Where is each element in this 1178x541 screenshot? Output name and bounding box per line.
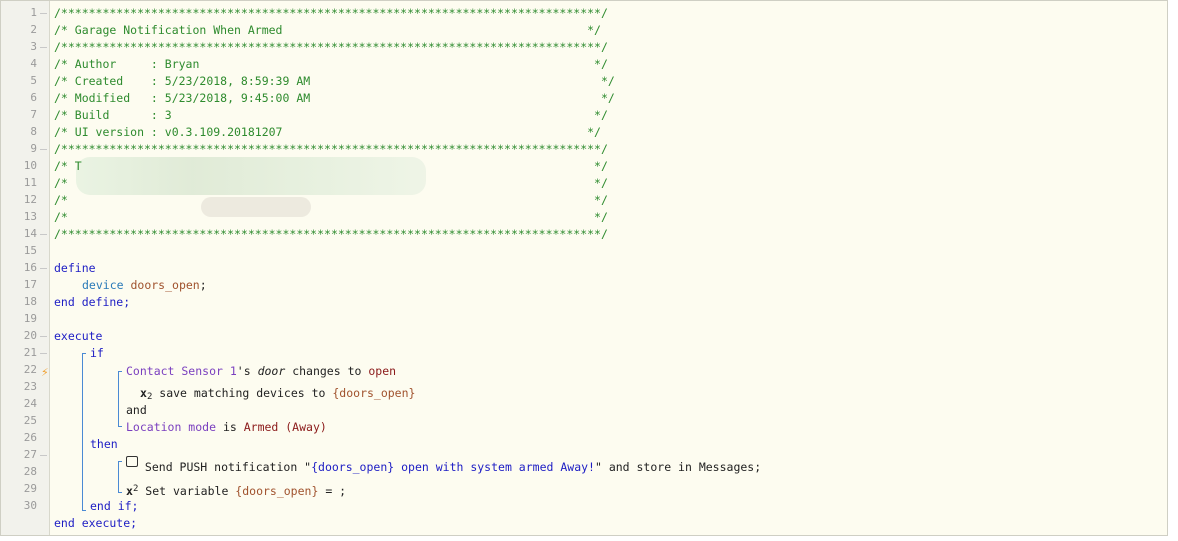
- comment-author: /* Author : Bryan */: [54, 57, 608, 71]
- line-number: 22: [23, 363, 37, 376]
- fold-marker[interactable]: [40, 149, 47, 157]
- line-number: 15: [23, 244, 37, 257]
- line-number: 19: [23, 312, 37, 325]
- line-number: 5: [30, 74, 37, 87]
- line-number: 4: [30, 57, 37, 70]
- line-number: 6: [30, 91, 37, 104]
- trigger-bolt-icon: ⚡: [41, 366, 49, 379]
- comment-redacted: /* */: [54, 193, 608, 207]
- line-number: 27: [23, 448, 37, 461]
- comment-line: /***************************************…: [54, 142, 608, 156]
- line-number: 29: [23, 482, 37, 495]
- line-number: 30: [23, 499, 37, 512]
- comment-redacted: /* */: [54, 176, 608, 190]
- condition-contact-sensor[interactable]: Contact Sensor 1's door changes to open: [126, 363, 396, 380]
- bracket-cap: [118, 371, 122, 372]
- line-number: 23: [23, 380, 37, 393]
- code-editor[interactable]: 1 2 3 4 5 6 7 8 9 10 11 12 13 14 15 16 17 18 19 20 21 22 23 24 2…: [0, 0, 1168, 536]
- comment-line: /***************************************…: [54, 6, 608, 20]
- if-block-bracket: [82, 353, 83, 511]
- variable-icon: x: [140, 386, 147, 400]
- condition-group-bracket: [118, 371, 119, 427]
- line-number: 24: [23, 397, 37, 410]
- condition-location-mode[interactable]: Location mode is Armed (Away): [126, 419, 327, 436]
- comment-modified: /* Modified : 5/23/2018, 9:45:00 AM */: [54, 91, 615, 105]
- line-number: 26: [23, 431, 37, 444]
- send-push-task[interactable]: Send PUSH notification "{doors_open} ope…: [126, 456, 761, 476]
- end-execute: end execute;: [54, 516, 138, 530]
- comment-redacted: /* T */: [54, 159, 608, 173]
- fold-marker[interactable]: [40, 234, 47, 242]
- fold-marker[interactable]: [40, 13, 47, 21]
- line-number: 7: [30, 108, 37, 121]
- line-number: 13: [23, 210, 37, 223]
- condition-value: Armed (Away): [243, 420, 327, 434]
- line-number: 25: [23, 414, 37, 427]
- bracket-cap: [118, 492, 122, 493]
- line-number: 16: [23, 261, 37, 274]
- save-matching-devices-task[interactable]: x2 save matching devices to {doors_open}: [140, 385, 415, 402]
- comment-build: /* Build : 3 */: [54, 108, 608, 122]
- fold-marker[interactable]: [40, 336, 47, 344]
- bracket-cap: [118, 461, 122, 462]
- if-keyword[interactable]: if: [90, 345, 104, 362]
- condition-value: open: [368, 364, 397, 378]
- line-number: 17: [23, 278, 37, 291]
- device-variable: doors_open: [130, 278, 200, 292]
- line-number: 12: [23, 193, 37, 206]
- bracket-cap: [82, 353, 86, 354]
- line-number: 28: [23, 465, 37, 478]
- line-number: 10: [23, 159, 37, 172]
- device-keyword: device: [82, 278, 124, 292]
- device-name: Location mode: [126, 420, 217, 434]
- comment-redacted: /* */: [54, 210, 608, 224]
- comment-line: /***************************************…: [54, 40, 608, 54]
- device-name: Contact Sensor 1: [126, 364, 237, 378]
- end-define: end define;: [54, 295, 131, 309]
- comment-line: /***************************************…: [54, 227, 608, 241]
- fold-marker[interactable]: [40, 455, 47, 463]
- line-number: 9: [30, 142, 37, 155]
- line-number: 11: [23, 176, 37, 189]
- action-group-bracket: [118, 461, 119, 493]
- and-operator[interactable]: and: [126, 402, 147, 419]
- line-number: 1: [30, 6, 37, 19]
- variable-icon: x: [126, 484, 133, 498]
- then-keyword: then: [90, 437, 118, 451]
- line-number: 18: [23, 295, 37, 308]
- set-variable-task[interactable]: x2 Set variable {doors_open} = ;: [126, 481, 346, 498]
- line-number: 8: [30, 125, 37, 138]
- fold-marker[interactable]: [40, 353, 47, 361]
- line-number-gutter: 1 2 3 4 5 6 7 8 9 10 11 12 13 14 15 16 17 18 19 20 21 22 23 24 2…: [1, 1, 50, 535]
- message-icon: [126, 456, 138, 467]
- line-number: 21: [23, 346, 37, 359]
- line-number: 3: [30, 40, 37, 53]
- comment-created: /* Created : 5/23/2018, 8:59:39 AM */: [54, 74, 615, 88]
- execute-keyword: execute: [54, 329, 103, 343]
- line-number: 2: [30, 23, 37, 36]
- bracket-cap: [118, 426, 122, 427]
- bracket-cap: [82, 510, 86, 511]
- comment-title: /* Garage Notification When Armed */: [54, 23, 601, 37]
- fold-marker[interactable]: [40, 47, 47, 55]
- line-number: 14: [23, 227, 37, 240]
- line-number: 20: [23, 329, 37, 342]
- device-declaration[interactable]: device doors_open;: [82, 277, 207, 294]
- fold-marker[interactable]: [40, 268, 47, 276]
- end-if: end if;: [90, 499, 139, 513]
- comment-ui-version: /* UI version : v0.3.109.20181207 */: [54, 125, 601, 139]
- define-keyword: define: [54, 261, 96, 275]
